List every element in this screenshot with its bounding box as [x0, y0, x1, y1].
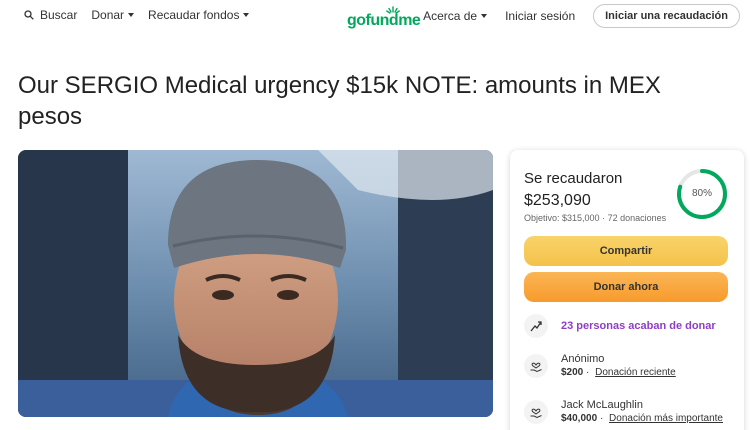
- progress-percent: 80%: [691, 188, 712, 199]
- separator-dot: ·: [586, 367, 593, 378]
- campaign-photo[interactable]: [18, 150, 493, 417]
- progress-ring: 80%: [676, 168, 728, 220]
- raised-amount: $253,090: [524, 192, 591, 209]
- donor-tag-link[interactable]: Donación reciente: [595, 367, 676, 378]
- donor-amount: $200: [561, 367, 584, 378]
- start-fundraiser-button[interactable]: Iniciar una recaudación: [593, 4, 740, 28]
- login-label: Iniciar sesión: [505, 9, 576, 23]
- donor-meta: $40,000 · Donación más importante: [561, 412, 723, 426]
- heart-hand-icon: [524, 354, 548, 378]
- donate-now-button[interactable]: Donar ahora: [524, 272, 728, 302]
- nav-right-group: Acerca de Iniciar sesión Iniciar una rec…: [423, 4, 740, 28]
- recent-donors-activity[interactable]: 23 personas acaban de donar: [524, 314, 716, 338]
- campaign-photo-illustration: [18, 150, 493, 417]
- donor-meta: $200 · Donación reciente: [561, 366, 676, 380]
- raised-label: Se recaudaron: [524, 170, 623, 187]
- nav-left-group: Buscar Donar Recaudar fondos: [24, 8, 263, 22]
- search-label: Buscar: [40, 8, 78, 22]
- donor-tag-link[interactable]: Donación más importante: [609, 413, 723, 424]
- donations-count: 72 donaciones: [607, 213, 667, 223]
- top-navigation-bar: Buscar Donar Recaudar fondos gofundme Ac…: [0, 0, 750, 32]
- donation-card: Se recaudaron $253,090 Objetivo: $315,00…: [510, 150, 744, 430]
- fundraise-menu-label: Recaudar fondos: [148, 8, 240, 22]
- fundraise-menu[interactable]: Recaudar fondos: [148, 8, 250, 22]
- campaign-title: Our SERGIO Medical urgency $15k NOTE: am…: [18, 72, 661, 130]
- separator-dot: ·: [599, 413, 607, 424]
- heart-hand-icon: [524, 400, 548, 424]
- donor-amount: $40,000: [561, 413, 598, 424]
- about-menu-label: Acerca de: [423, 9, 478, 23]
- donor-name: Anónimo: [561, 353, 605, 365]
- share-button[interactable]: Compartir: [524, 236, 728, 266]
- goal-text: Objetivo: $315,000: [524, 213, 600, 223]
- chevron-down-icon: [243, 13, 250, 17]
- search-link[interactable]: Buscar: [24, 8, 77, 22]
- goal-summary: Objetivo: $315,000 · 72 donaciones: [524, 213, 666, 223]
- recent-donors-text: 23 personas acaban de donar: [561, 320, 716, 332]
- logo-wordmark: gofundme: [347, 12, 421, 29]
- about-menu[interactable]: Acerca de: [423, 9, 488, 23]
- chevron-down-icon: [481, 14, 488, 18]
- donor-item: Jack McLaughlin $40,000 · Donación más i…: [524, 398, 723, 426]
- donate-menu[interactable]: Donar: [91, 8, 135, 22]
- donor-item: Anónimo $200 · Donación reciente: [524, 352, 676, 380]
- trending-up-icon: [524, 314, 548, 338]
- donor-name: Jack McLaughlin: [561, 399, 643, 411]
- donate-menu-label: Donar: [91, 8, 125, 22]
- search-icon: [24, 10, 34, 20]
- chevron-down-icon: [128, 13, 135, 17]
- login-link[interactable]: Iniciar sesión: [505, 9, 575, 23]
